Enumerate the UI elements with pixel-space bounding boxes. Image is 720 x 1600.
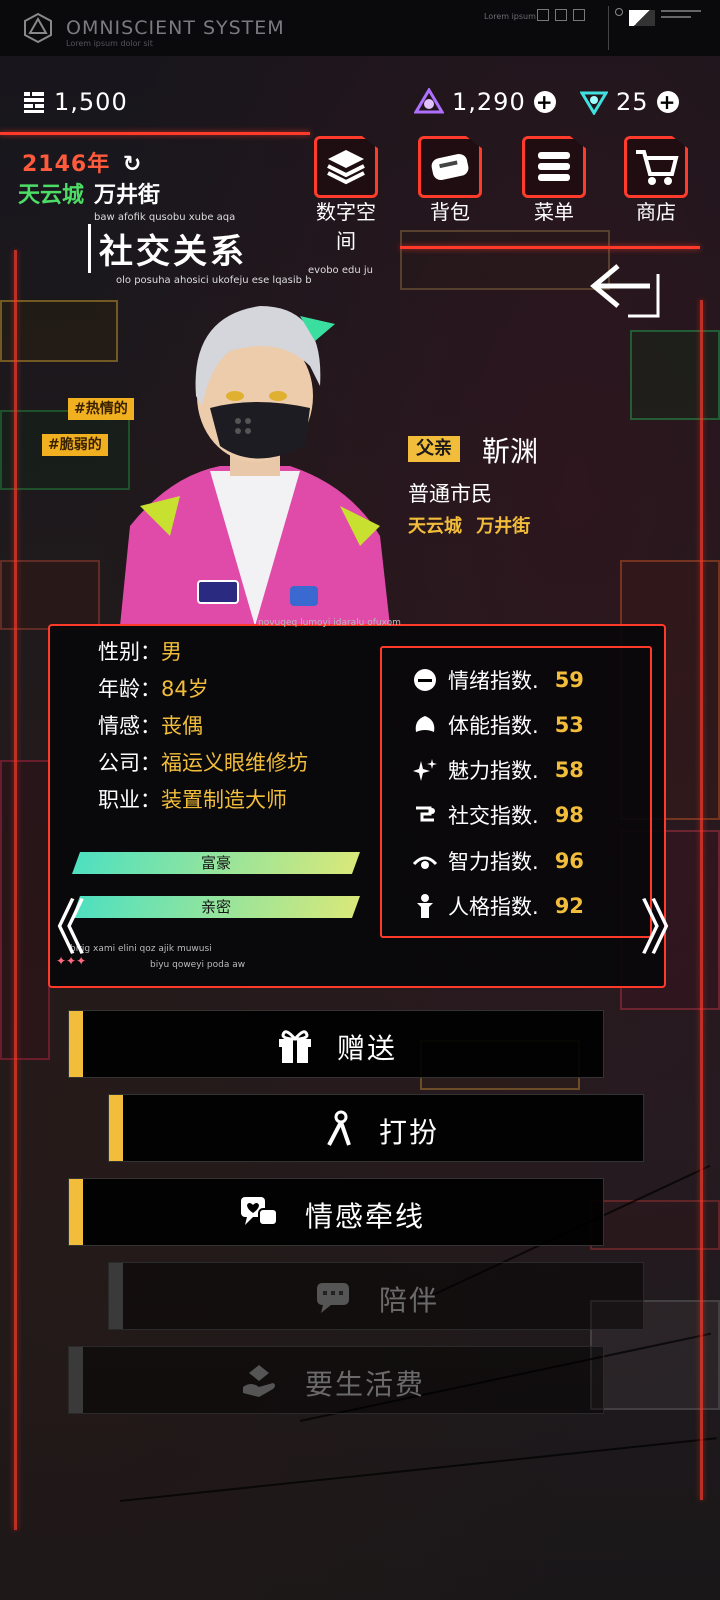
frame-line xyxy=(14,250,17,1530)
location-city: 天云城 xyxy=(18,183,85,208)
next-character-button[interactable]: 》 xyxy=(640,880,700,967)
accompany-button[interactable]: 陪伴 xyxy=(108,1262,644,1330)
backpack-icon xyxy=(431,153,469,181)
stat-personality: 人格指数. 92 xyxy=(412,890,584,922)
matchmaking-button[interactable]: 情感牵线 xyxy=(68,1178,604,1246)
crystals-value: 25 xyxy=(616,88,649,116)
info-occupation: 职业：装置制造大师 xyxy=(98,788,287,812)
menu-label: 菜单 xyxy=(534,200,574,224)
window-box-icon xyxy=(537,9,549,21)
chat-heart-icon xyxy=(241,1197,278,1226)
character-street: 万井街 xyxy=(476,516,531,537)
system-deco xyxy=(608,6,708,50)
cart-icon xyxy=(636,150,679,185)
add-gems-button[interactable]: + xyxy=(533,91,556,113)
frame-line xyxy=(0,132,310,135)
coins-value: 1,500 xyxy=(54,88,128,116)
stat-social: 社交指数. 98 xyxy=(412,799,584,831)
character-class: 普通市民 xyxy=(408,482,492,506)
character-name: 靳渊 xyxy=(482,435,539,468)
system-subtitle: Lorem ipsum dolor sit xyxy=(66,39,153,48)
stat-charm: 魅力指数. 58 xyxy=(412,754,584,786)
digital-space-button[interactable]: 数字空间 xyxy=(310,136,382,253)
system-bar: OMNISCIENT SYSTEM Lorem ipsum dolor sit … xyxy=(0,0,720,56)
gift-label: 赠送 xyxy=(337,1032,398,1065)
social-icon xyxy=(416,806,435,822)
muscle-icon xyxy=(415,716,435,732)
trait-tag: #热情的 xyxy=(68,398,134,420)
currency-bar: 1,500 1,290 + 25 + xyxy=(0,76,720,128)
chat-bubble-icon xyxy=(317,1283,349,1313)
gems-value: 1,290 xyxy=(452,88,526,116)
back-button[interactable] xyxy=(588,254,664,326)
matchmaking-label: 情感牵线 xyxy=(305,1200,426,1233)
dress-up-label: 打扮 xyxy=(379,1116,440,1149)
location-display: 天云城 万井街 xyxy=(18,177,160,209)
window-box-icon xyxy=(555,9,567,21)
ask-allowance-button[interactable]: 要生活费 xyxy=(68,1346,604,1414)
status-bar-label: 亲密 xyxy=(200,898,231,916)
system-logo-icon xyxy=(24,12,52,44)
status-bar-label: 富豪 xyxy=(200,854,231,872)
window-box-icon xyxy=(573,9,585,21)
trait-tag: #脆弱的 xyxy=(42,434,108,456)
title-subtag: olo posuha ahosici ukofeju ese lqasib b xyxy=(116,275,312,286)
crystal-icon xyxy=(580,91,608,115)
character-city: 天云城 xyxy=(408,516,462,537)
accompany-label: 陪伴 xyxy=(379,1284,440,1317)
stat-intelligence: 智力指数. 96 xyxy=(412,845,584,877)
mood-icon xyxy=(414,669,436,691)
gift-button[interactable]: 赠送 xyxy=(68,1010,604,1078)
crystals-display: 25 + xyxy=(580,76,679,128)
digital-space-label: 数字空间 xyxy=(316,200,376,253)
character-portrait xyxy=(120,306,390,626)
dress-up-icon xyxy=(327,1110,351,1146)
gem-icon xyxy=(414,88,444,114)
info-age: 年龄：84岁 xyxy=(98,677,209,701)
money-hand-icon xyxy=(243,1365,275,1397)
shop-button[interactable]: 商店 xyxy=(620,136,692,224)
page-title: 社交关系 xyxy=(88,224,247,273)
system-lorem: Lorem ipsum xyxy=(484,12,536,21)
refresh-icon: ↻ xyxy=(122,152,143,177)
gift-icon xyxy=(279,1030,311,1063)
ask-allowance-label: 要生活费 xyxy=(305,1368,426,1401)
relation-badge: 父亲 xyxy=(408,436,460,462)
dress-up-button[interactable]: 打扮 xyxy=(108,1094,644,1162)
panel-lorem: novuqeq lumoyi idaralu ofuxom xyxy=(258,618,401,628)
gems-display: 1,290 + xyxy=(414,76,556,128)
backpack-label: 背包 xyxy=(430,200,470,224)
frame-line xyxy=(700,300,703,1500)
person-icon xyxy=(417,894,433,918)
add-crystals-button[interactable]: + xyxy=(656,91,679,113)
title-tag: baw afofik qusobu xube aqa xyxy=(94,212,236,223)
prev-character-button[interactable]: 《 xyxy=(26,880,86,967)
frame-line xyxy=(400,246,700,249)
menu-list-icon xyxy=(538,152,570,181)
character-location: 天云城 万井街 xyxy=(408,512,530,538)
system-title: OMNISCIENT SYSTEM xyxy=(66,17,285,39)
backpack-button[interactable]: 背包 xyxy=(414,136,486,224)
sparkle-icon xyxy=(413,759,437,781)
coins-display: 1,500 xyxy=(22,76,128,128)
menu-button[interactable]: 菜单 xyxy=(518,136,590,224)
shop-label: 商店 xyxy=(636,200,676,224)
title-sidetag: evobo edu ju xyxy=(308,265,373,276)
info-company: 公司：福运义眼维修坊 xyxy=(98,751,308,775)
year-display: 2146年 ↻ xyxy=(22,152,143,177)
stat-mood: 情绪指数. 59 xyxy=(412,664,584,696)
info-emotion: 情感：丧偶 xyxy=(98,714,203,738)
eye-icon xyxy=(412,856,438,869)
stat-stamina: 体能指数. 53 xyxy=(412,709,584,741)
location-street: 万井街 xyxy=(94,183,161,208)
panel-lorem: birig xami elini qoz ajik muwusi xyxy=(70,944,212,954)
info-gender: 性别：男 xyxy=(98,640,182,664)
layers-icon xyxy=(327,150,365,185)
panel-lorem: biyu qoweyi poda aw xyxy=(150,960,246,970)
coin-icon xyxy=(24,92,44,113)
